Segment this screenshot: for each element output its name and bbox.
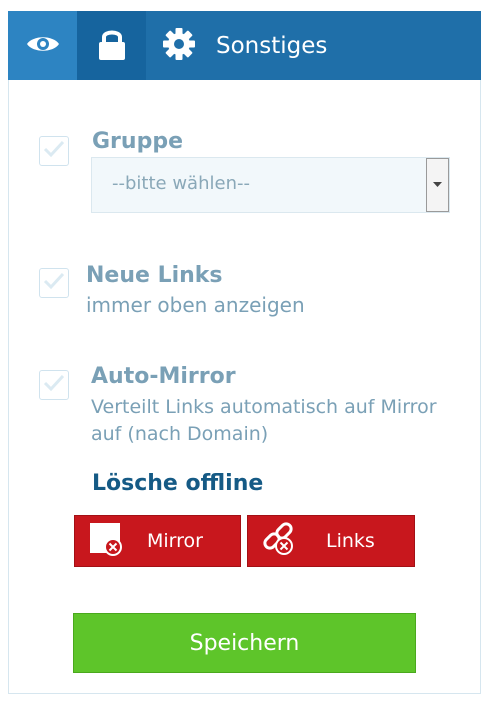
save-button[interactable]: Speichern [73,613,416,673]
auto-mirror-checkbox[interactable] [39,370,69,400]
chevron-down-icon[interactable] [426,158,449,212]
settings-panel [8,11,481,694]
delete-mirror-icon [89,522,123,561]
group-select[interactable]: --bitte wählen-- [91,157,450,213]
delete-offline-heading: Lösche offline [92,471,264,496]
check-icon [43,374,65,396]
tab-bar: Sonstiges [8,11,481,80]
tab-security[interactable] [77,11,146,80]
auto-mirror-description-line1: Verteilt Links automatisch auf Mirror [91,396,437,418]
auto-mirror-description-line2: auf (nach Domain) [91,423,269,445]
lock-icon [98,27,126,65]
group-label: Gruppe [92,129,183,154]
eye-icon [26,33,60,59]
gear-icon [162,27,196,65]
delete-mirror-label: Mirror [147,530,203,552]
broken-link-icon [262,521,298,561]
group-select-value: --bitte wählen-- [112,173,250,194]
delete-offline-links-button[interactable]: Links [247,515,415,567]
tab-view[interactable] [8,11,77,80]
tab-misc[interactable]: Sonstiges [146,11,481,80]
new-links-checkbox[interactable] [39,268,69,298]
delete-offline-mirror-button[interactable]: Mirror [74,515,241,567]
check-icon [43,272,65,294]
group-checkbox[interactable] [39,136,69,166]
new-links-description: immer oben anzeigen [86,293,305,317]
check-icon [43,140,65,162]
tab-misc-label: Sonstiges [216,32,328,59]
delete-links-label: Links [326,530,375,552]
new-links-label: Neue Links [86,263,223,288]
auto-mirror-label: Auto-Mirror [91,364,236,389]
